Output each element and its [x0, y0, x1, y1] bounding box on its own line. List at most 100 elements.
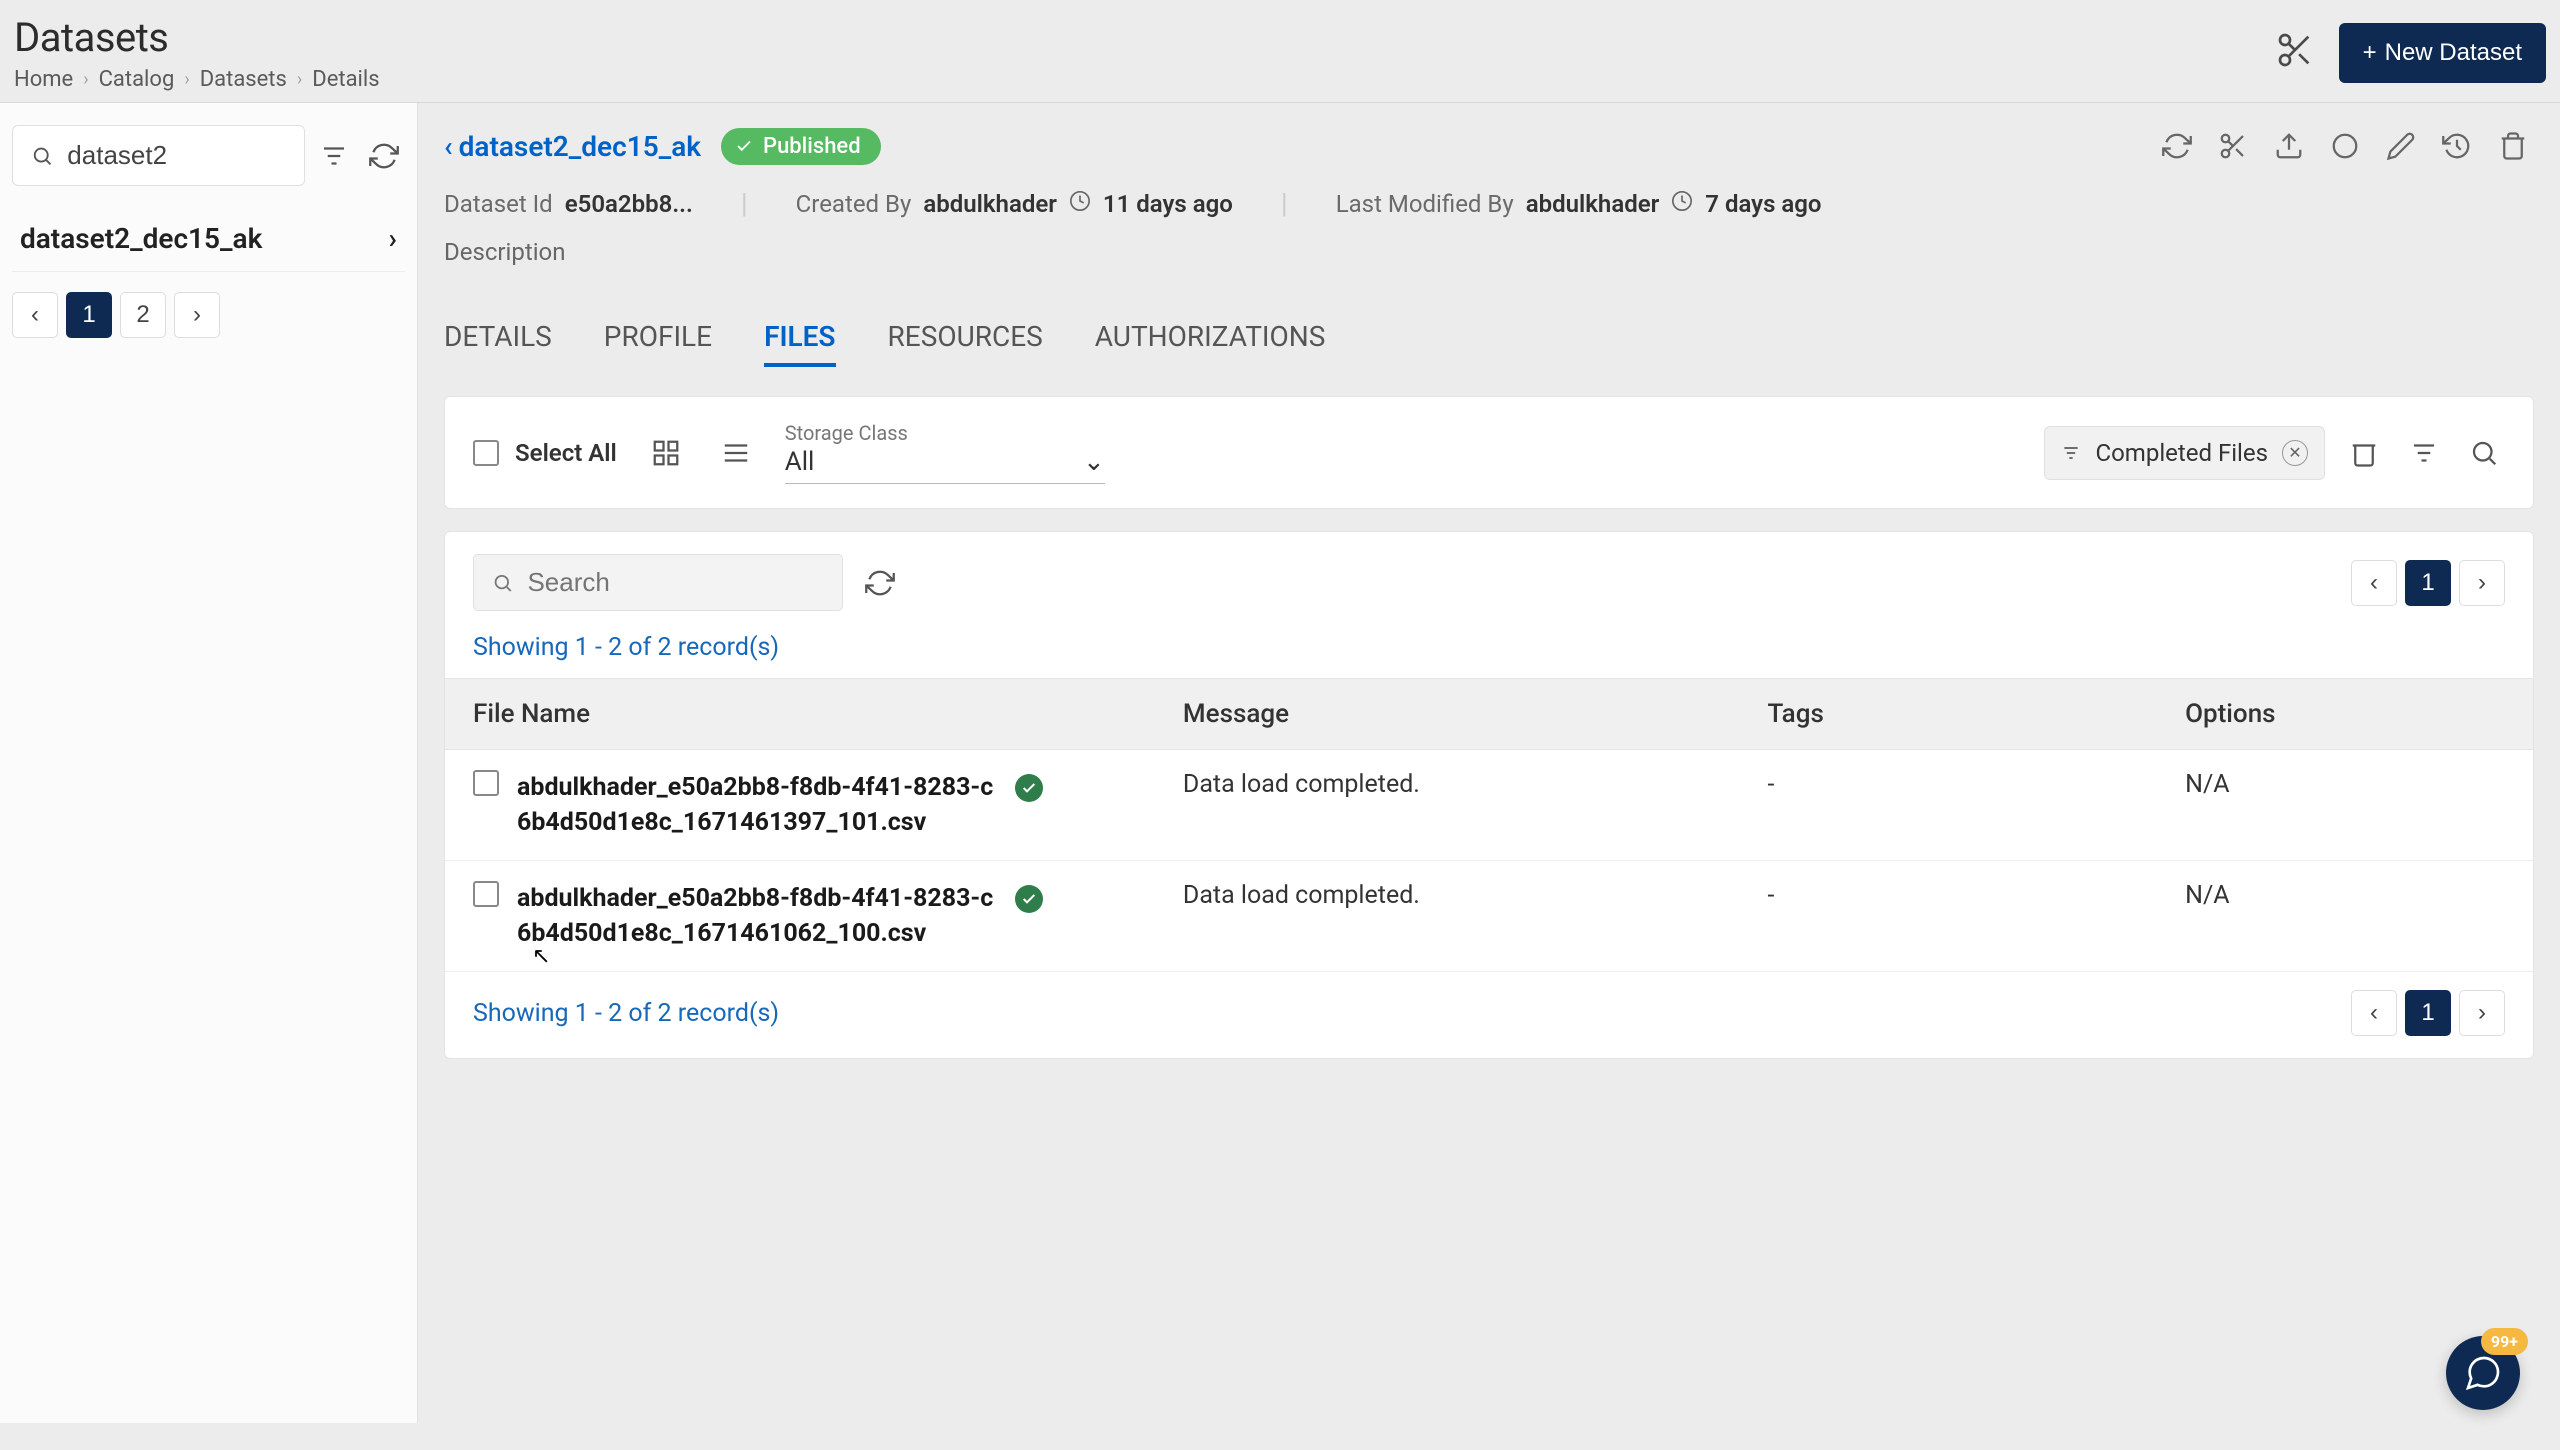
- files-pager-top: ‹ 1 ›: [2351, 560, 2505, 606]
- col-message: Message: [1155, 679, 1740, 750]
- chevron-right-icon: ›: [389, 222, 397, 255]
- file-options: N/A: [2157, 861, 2533, 972]
- filter-chip-label: Completed Files: [2095, 439, 2268, 467]
- circle-icon[interactable]: [2324, 125, 2366, 167]
- files-refresh-icon[interactable]: [859, 562, 901, 604]
- page-number-2[interactable]: 2: [120, 292, 166, 338]
- files-prev-bottom[interactable]: ‹: [2351, 990, 2397, 1036]
- dataset-id-value: e50a2bb8...: [565, 190, 693, 218]
- description-label: Description: [444, 238, 2534, 266]
- row-checkbox[interactable]: [473, 770, 499, 796]
- files-page-1-top[interactable]: 1: [2405, 560, 2451, 606]
- files-table: File Name Message Tags Options abdulkhad…: [445, 678, 2533, 972]
- status-badge: Published: [721, 128, 881, 165]
- dataset-back-link[interactable]: ‹ dataset2_dec15_ak: [444, 130, 701, 163]
- chevron-right-icon: ›: [83, 69, 88, 90]
- files-next-top[interactable]: ›: [2459, 560, 2505, 606]
- scissors-icon[interactable]: [2275, 30, 2315, 76]
- filter-icon: [2061, 443, 2081, 463]
- meta-row: Dataset Id e50a2bb8... | Created By abdu…: [444, 187, 2534, 220]
- tab-files[interactable]: FILES: [764, 310, 835, 367]
- filter-icon[interactable]: [313, 135, 355, 177]
- search-icon: [31, 143, 53, 169]
- tabs: DETAILS PROFILE FILES RESOURCES AUTHORIZ…: [444, 310, 2534, 368]
- table-row[interactable]: abdulkhader_e50a2bb8-f8db-4f41-8283-c6b4…: [445, 861, 2533, 972]
- search-icon: [492, 571, 513, 595]
- upload-icon[interactable]: [2268, 125, 2310, 167]
- file-tags: -: [1740, 750, 2158, 861]
- select-all-checkbox[interactable]: [473, 440, 499, 466]
- storage-class-dropdown[interactable]: Storage Class All ⌄: [785, 421, 1105, 484]
- chevron-left-icon: ‹: [444, 130, 453, 163]
- list-view-icon[interactable]: [715, 432, 757, 474]
- files-search-input[interactable]: [527, 567, 824, 598]
- tab-profile[interactable]: PROFILE: [604, 310, 712, 367]
- modified-age: 7 days ago: [1705, 190, 1821, 218]
- check-icon: [735, 137, 753, 155]
- modified-by-value: abdulkhader: [1526, 190, 1660, 218]
- new-dataset-label: New Dataset: [2385, 39, 2522, 67]
- files-search[interactable]: [473, 554, 843, 611]
- sidebar-search[interactable]: [12, 125, 305, 186]
- file-tags: -: [1740, 861, 2158, 972]
- sidebar-search-input[interactable]: [67, 140, 286, 171]
- success-icon: [1015, 774, 1043, 802]
- created-by-label: Created By: [796, 190, 912, 218]
- created-age: 11 days ago: [1103, 190, 1233, 218]
- page-next-button[interactable]: ›: [174, 292, 220, 338]
- status-label: Published: [763, 134, 861, 159]
- topbar: Datasets Home › Catalog › Datasets › Det…: [0, 0, 2560, 103]
- content-area: ‹ dataset2_dec15_ak Published Da: [418, 103, 2560, 1423]
- clock-icon: [1069, 190, 1091, 218]
- sidebar-pager: ‹ 1 2 ›: [12, 292, 405, 338]
- chevron-right-icon: ›: [297, 69, 302, 90]
- file-name: abdulkhader_e50a2bb8-f8db-4f41-8283-c6b4…: [517, 770, 997, 840]
- tab-details[interactable]: DETAILS: [444, 310, 552, 367]
- files-data-card: ‹ 1 › Showing 1 - 2 of 2 record(s) File …: [444, 531, 2534, 1059]
- select-all-label: Select All: [515, 439, 617, 467]
- page-prev-button[interactable]: ‹: [12, 292, 58, 338]
- files-page-1-bottom[interactable]: 1: [2405, 990, 2451, 1036]
- success-icon: [1015, 885, 1043, 913]
- header-actions: [2156, 125, 2534, 167]
- col-tags: Tags: [1740, 679, 2158, 750]
- new-dataset-button[interactable]: + New Dataset: [2339, 23, 2546, 83]
- tab-resources[interactable]: RESOURCES: [888, 310, 1043, 367]
- breadcrumb-details[interactable]: Details: [312, 67, 379, 92]
- dataset-id-label: Dataset Id: [444, 190, 553, 218]
- files-toolbar: Select All Storage Class All ⌄ Completed…: [444, 396, 2534, 509]
- file-name: abdulkhader_e50a2bb8-f8db-4f41-8283-c6b4…: [517, 881, 997, 951]
- sidebar: dataset2_dec15_ak › ‹ 1 2 ›: [0, 103, 418, 1423]
- files-next-bottom[interactable]: ›: [2459, 990, 2505, 1036]
- chevron-down-icon: ⌄: [1083, 447, 1105, 477]
- breadcrumb-datasets[interactable]: Datasets: [200, 67, 287, 92]
- sidebar-dataset-label: dataset2_dec15_ak: [20, 222, 262, 255]
- sidebar-dataset-item[interactable]: dataset2_dec15_ak ›: [12, 206, 405, 272]
- sync-icon[interactable]: [2156, 125, 2198, 167]
- chat-fab[interactable]: 99+: [2446, 1336, 2520, 1410]
- row-checkbox[interactable]: [473, 881, 499, 907]
- scissors-action-icon[interactable]: [2212, 125, 2254, 167]
- breadcrumb-catalog[interactable]: Catalog: [99, 67, 175, 92]
- page-number-1[interactable]: 1: [66, 292, 112, 338]
- history-icon[interactable]: [2436, 125, 2478, 167]
- toolbar-delete-icon[interactable]: [2343, 432, 2385, 474]
- records-count-bottom: Showing 1 - 2 of 2 record(s): [473, 999, 779, 1028]
- meta-separator: |: [1281, 187, 1288, 220]
- toolbar-filter-icon[interactable]: [2403, 432, 2445, 474]
- tab-authorizations[interactable]: AUTHORIZATIONS: [1095, 310, 1326, 367]
- file-options: N/A: [2157, 750, 2533, 861]
- files-prev-top[interactable]: ‹: [2351, 560, 2397, 606]
- grid-view-icon[interactable]: [645, 432, 687, 474]
- filter-chip-close[interactable]: ✕: [2282, 440, 2308, 466]
- breadcrumb-home[interactable]: Home: [14, 67, 73, 92]
- delete-icon[interactable]: [2492, 125, 2534, 167]
- col-file-name: File Name: [445, 679, 1155, 750]
- toolbar-search-icon[interactable]: [2463, 432, 2505, 474]
- edit-icon[interactable]: [2380, 125, 2422, 167]
- filter-chip: Completed Files ✕: [2044, 426, 2325, 480]
- refresh-icon[interactable]: [363, 135, 405, 177]
- modified-by-label: Last Modified By: [1336, 190, 1514, 218]
- table-row[interactable]: abdulkhader_e50a2bb8-f8db-4f41-8283-c6b4…: [445, 750, 2533, 861]
- files-pager-bottom: ‹ 1 ›: [2351, 990, 2505, 1036]
